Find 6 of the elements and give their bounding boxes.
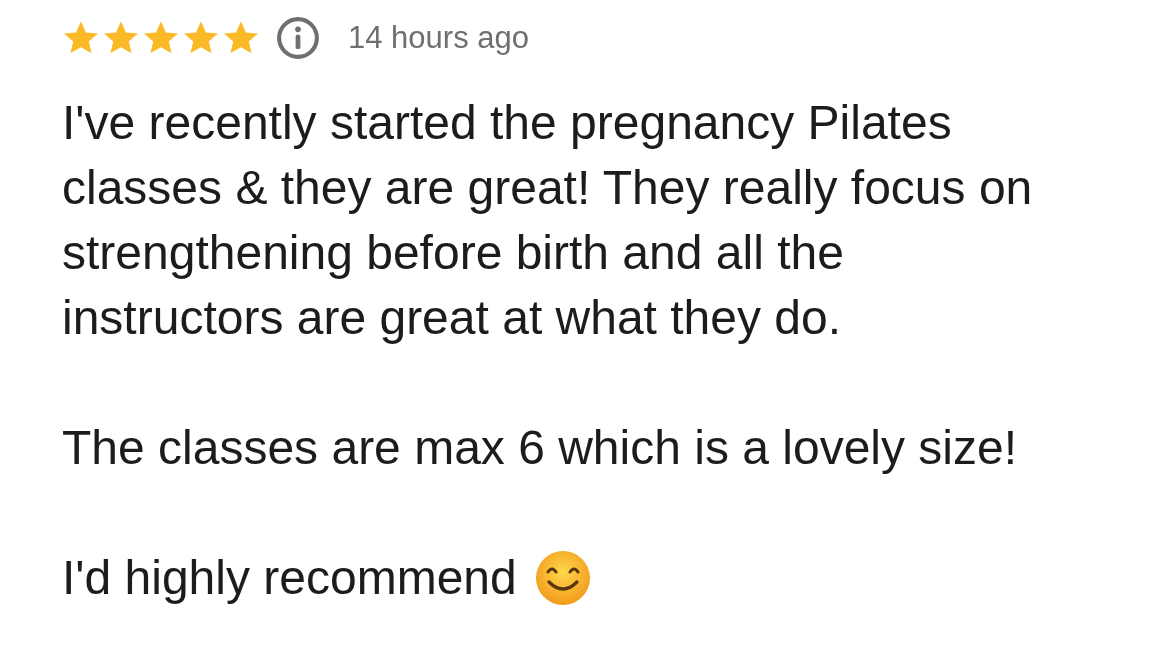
review-time: 14 hours ago: [348, 20, 529, 56]
smiling-face-icon: [534, 549, 591, 606]
review-text: I've recently started the pregnancy Pilates classes & they are great! They really focus on strengthening before birth and all the instructors are great at what they do.: [62, 95, 1034, 346]
review-text: I'd highly recommend: [62, 550, 517, 606]
info-icon[interactable]: [276, 16, 320, 60]
review-text: The classes are max 6 which is a lovely size!: [62, 420, 1019, 476]
